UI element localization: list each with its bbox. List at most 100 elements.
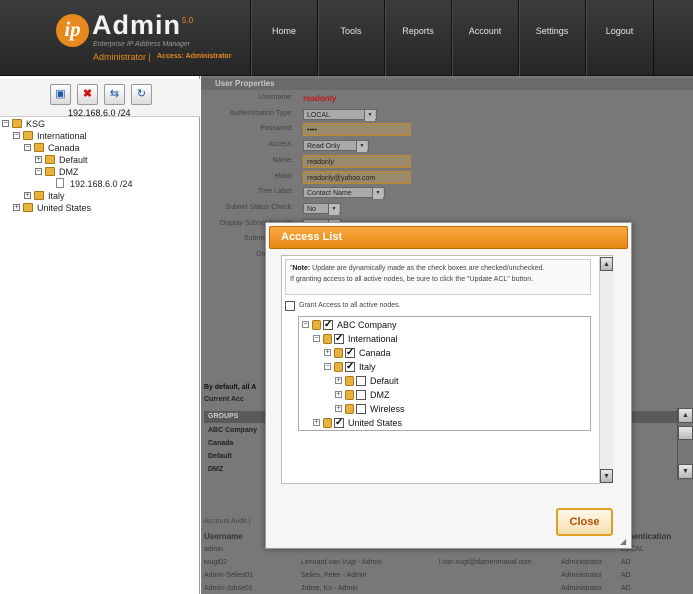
audit-column-header[interactable]: Username	[204, 530, 243, 543]
acl-tree: − ✓ ABC Company − ✓ International + ✓ Canada − ✓ It…	[298, 316, 591, 431]
scroll-up-icon[interactable]: ▲	[600, 257, 613, 271]
folder-icon	[323, 418, 332, 428]
account-audit-tab[interactable]: Account Audit |	[204, 516, 264, 528]
folder-icon	[345, 376, 354, 386]
form-select[interactable]: LOCAL	[303, 108, 377, 121]
collapse-icon[interactable]: −	[324, 363, 331, 370]
acl-node-label: Canada	[359, 348, 391, 358]
collapse-icon[interactable]: −	[302, 321, 309, 328]
form-label: Name:	[272, 156, 293, 164]
tree-node[interactable]: − Canada	[2, 142, 198, 154]
form-select[interactable]: Contact Name	[303, 187, 385, 200]
form-input[interactable]: ••••	[303, 123, 411, 137]
form-label: Access:	[268, 141, 293, 149]
folder-icon	[23, 203, 33, 212]
scroll-down-icon[interactable]: ▼	[600, 469, 613, 483]
acl-checkbox[interactable]: ✓	[345, 348, 355, 358]
collapse-icon[interactable]: −	[313, 335, 320, 342]
audit-row[interactable]: Admin-Jobse01 Jobse, Ko - Admin Administra…	[201, 582, 693, 594]
scroll-down-icon[interactable]: ▼	[678, 464, 693, 479]
form-input[interactable]: readonly	[303, 154, 411, 168]
tree-node[interactable]: 192.168.6.0 /24	[2, 178, 198, 190]
delete-icon[interactable]: ✖	[77, 84, 98, 105]
tree-node[interactable]: − International	[2, 130, 198, 142]
audit-cell: Jobse, Ko - Admin	[301, 585, 358, 592]
folder-icon	[345, 390, 354, 400]
ipadmin-app: ip Admin 5.0 Enterprise IP Address Manag…	[0, 0, 693, 594]
nav-settings[interactable]: Settings	[518, 0, 585, 76]
scroll-thumb[interactable]	[678, 426, 693, 440]
nav-home[interactable]: Home	[250, 0, 317, 76]
tree-node[interactable]: − KSG	[2, 118, 198, 130]
dialog-scrollbar[interactable]: ▲ ▼	[599, 257, 613, 484]
collapse-icon[interactable]: −	[35, 168, 42, 175]
tree-node[interactable]: − DMZ	[2, 166, 198, 178]
expand-icon[interactable]: +	[24, 192, 31, 199]
collapse-icon[interactable]: −	[2, 120, 9, 127]
dialog-title[interactable]: Access List	[269, 226, 628, 249]
nav-account[interactable]: Account	[451, 0, 518, 76]
expand-icon[interactable]: +	[335, 405, 342, 412]
form-select[interactable]: No	[303, 202, 341, 215]
expand-icon[interactable]: +	[335, 391, 342, 398]
access-list-dialog: Access List *Note: Update are dynamicall…	[265, 222, 632, 549]
acl-checkbox[interactable]	[356, 376, 366, 386]
acl-node-label: International	[348, 334, 398, 344]
acl-checkbox[interactable]: ✓	[334, 334, 344, 344]
current-access-label: Current Acc	[204, 396, 244, 403]
note-text-1: Update are dynamically made as the check…	[310, 265, 545, 272]
acl-checkbox[interactable]	[356, 404, 366, 414]
nav-logout[interactable]: Logout	[585, 0, 654, 76]
scroll-up-icon[interactable]: ▲	[678, 408, 693, 423]
expand-icon[interactable]: +	[313, 419, 320, 426]
acl-checkbox[interactable]: ✓	[323, 320, 333, 330]
groups-scrollbar[interactable]: ▲ ▼	[677, 408, 693, 480]
acl-node-label: DMZ	[370, 390, 390, 400]
acl-node-label: Wireless	[370, 404, 405, 414]
folder-icon	[12, 119, 22, 128]
nav-tools[interactable]: Tools	[317, 0, 384, 76]
folder-icon	[334, 348, 343, 358]
folder-icon	[334, 362, 343, 372]
move-icon[interactable]: ⇆	[104, 84, 125, 105]
grant-all-row: Grant Access to all active nodes.	[285, 299, 591, 313]
expand-icon[interactable]: +	[324, 349, 331, 356]
acl-checkbox[interactable]	[356, 390, 366, 400]
audit-row[interactable]: tvugt02 Lennard van Vugt - Admin l.van.vug…	[201, 556, 693, 569]
form-select[interactable]: Read Only	[303, 140, 369, 153]
audit-cell: AD	[621, 572, 631, 579]
form-row: Tree Label: Contact Name	[201, 186, 501, 200]
tree-node[interactable]: + United States	[2, 202, 198, 214]
audit-row[interactable]: Admin-Selies01 Selies, Peter - Admin Admin…	[201, 569, 693, 582]
refresh-icon[interactable]: ↻	[131, 84, 152, 105]
audit-cell: AD	[621, 585, 631, 592]
add-subnet-icon[interactable]: ▣	[50, 84, 71, 105]
collapse-icon[interactable]: −	[24, 144, 31, 151]
default-access-note: By default, all A	[204, 384, 257, 391]
acl-node: + DMZ	[299, 388, 589, 402]
form-value: readonly	[303, 94, 337, 103]
tree-toolbar: ▣ ✖ ⇆ ↻ 192.168.6.0 /24	[0, 79, 200, 118]
dialog-body: *Note: Update are dynamically made as th…	[281, 255, 613, 484]
audit-cell: Lennard van Vugt - Admin	[301, 559, 382, 566]
close-button[interactable]: Close	[556, 508, 613, 536]
tree-node[interactable]: + Default	[2, 154, 198, 166]
grant-all-checkbox[interactable]	[285, 301, 295, 311]
expand-icon[interactable]: +	[13, 204, 20, 211]
collapse-icon[interactable]: −	[13, 132, 20, 139]
nav-reports[interactable]: Reports	[384, 0, 451, 76]
logo-admin-text: Admin	[92, 10, 181, 40]
logo-ip-badge: ip	[56, 14, 89, 47]
acl-node: + Wireless	[299, 402, 589, 416]
expand-icon[interactable]: +	[335, 377, 342, 384]
acl-node: − ✓ Italy	[299, 360, 589, 374]
expand-icon[interactable]: +	[35, 156, 42, 163]
audit-cell: Administrator	[561, 559, 603, 566]
acl-checkbox[interactable]: ✓	[345, 362, 355, 372]
user-properties-title: User Properties	[201, 78, 693, 90]
acl-checkbox[interactable]: ✓	[334, 418, 344, 428]
tree-node[interactable]: + Italy	[2, 190, 198, 202]
resize-grip-icon[interactable]: ◢	[620, 537, 629, 546]
form-input[interactable]: readonly@yahoo.com	[303, 170, 411, 184]
tree-node-label: United States	[37, 203, 92, 213]
